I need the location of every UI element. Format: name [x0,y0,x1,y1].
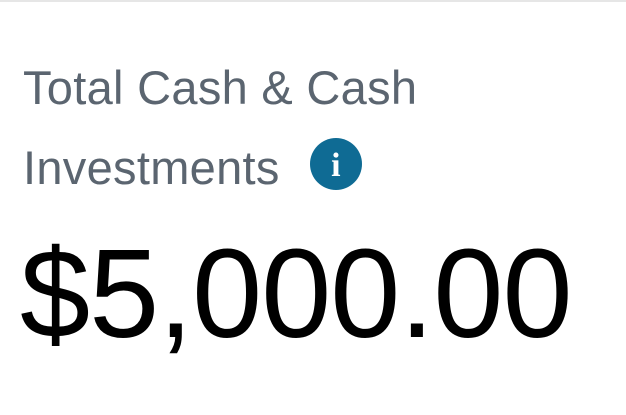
total-cash-amount: $5,000.00 [20,223,573,364]
info-icon[interactable]: i [309,134,362,190]
label-line-1: Total Cash & Cash [23,61,418,114]
info-circle-icon: i [309,138,362,190]
label-line-2: Investments i [23,128,583,208]
label-line-2-text: Investments [23,141,280,194]
cash-summary-card: Total Cash & Cash Investments i $5,000.00 [0,0,626,415]
total-cash-label: Total Cash & Cash Investments i [23,48,583,208]
info-icon-glyph: i [331,147,341,184]
